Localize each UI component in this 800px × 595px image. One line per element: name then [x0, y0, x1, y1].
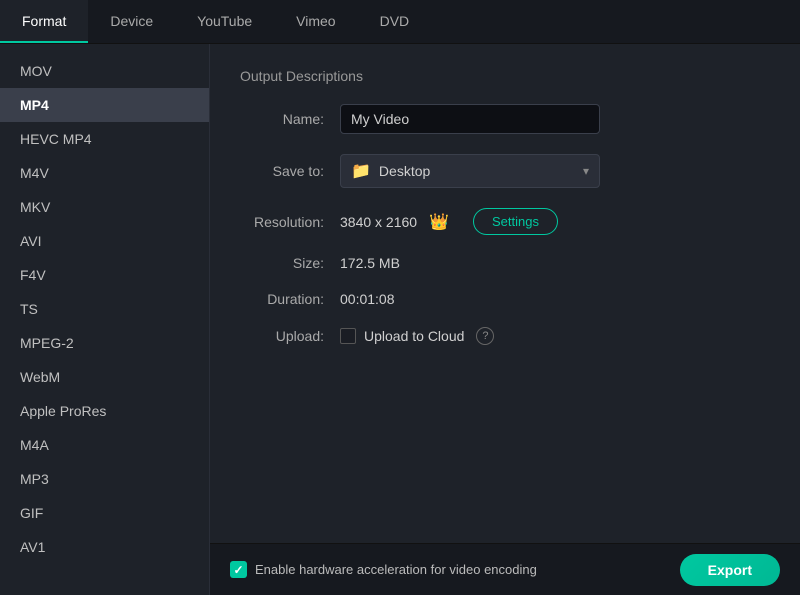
- help-icon[interactable]: ?: [476, 327, 494, 345]
- sidebar-item-apple-prores[interactable]: Apple ProRes: [0, 394, 209, 428]
- resolution-label: Resolution:: [240, 214, 340, 230]
- export-button[interactable]: Export: [680, 554, 780, 586]
- format-sidebar: MOV MP4 HEVC MP4 M4V MKV AVI F4V TS MPEG…: [0, 44, 210, 595]
- sidebar-item-gif[interactable]: GIF: [0, 496, 209, 530]
- tab-device[interactable]: Device: [88, 0, 175, 43]
- name-label: Name:: [240, 111, 340, 127]
- resolution-value-row: 3840 x 2160 👑 Settings: [340, 208, 558, 235]
- sidebar-item-mp3[interactable]: MP3: [0, 462, 209, 496]
- upload-label: Upload:: [240, 328, 340, 344]
- hw-accel-row: ✓ Enable hardware acceleration for video…: [230, 561, 537, 578]
- settings-button[interactable]: Settings: [473, 208, 558, 235]
- tab-youtube[interactable]: YouTube: [175, 0, 274, 43]
- size-row: Size: 172.5 MB: [240, 255, 770, 271]
- hw-accel-checkbox[interactable]: ✓: [230, 561, 247, 578]
- sidebar-item-webm[interactable]: WebM: [0, 360, 209, 394]
- folder-icon: 📁: [351, 161, 371, 181]
- resolution-row: Resolution: 3840 x 2160 👑 Settings: [240, 208, 770, 235]
- content-area: Output Descriptions Name: Save to: 📁 Des…: [210, 44, 800, 595]
- sidebar-item-m4a[interactable]: M4A: [0, 428, 209, 462]
- sidebar-item-mpeg2[interactable]: MPEG-2: [0, 326, 209, 360]
- duration-label: Duration:: [240, 291, 340, 307]
- tab-bar: Format Device YouTube Vimeo DVD: [0, 0, 800, 44]
- tab-vimeo[interactable]: Vimeo: [274, 0, 357, 43]
- tab-dvd[interactable]: DVD: [358, 0, 432, 43]
- hw-accel-label: Enable hardware acceleration for video e…: [255, 562, 537, 577]
- upload-to-cloud-label: Upload to Cloud: [364, 328, 464, 344]
- name-input[interactable]: [340, 104, 600, 134]
- tab-vimeo-label: Vimeo: [296, 13, 335, 29]
- save-location-text: Desktop: [379, 163, 430, 179]
- chevron-down-icon: ▾: [583, 164, 589, 178]
- bottom-bar: ✓ Enable hardware acceleration for video…: [210, 543, 800, 595]
- tab-youtube-label: YouTube: [197, 13, 252, 29]
- sidebar-item-m4v[interactable]: M4V: [0, 156, 209, 190]
- sidebar-item-ts[interactable]: TS: [0, 292, 209, 326]
- sidebar-item-av1[interactable]: AV1: [0, 530, 209, 564]
- sidebar-item-mkv[interactable]: MKV: [0, 190, 209, 224]
- tab-format[interactable]: Format: [0, 0, 88, 43]
- duration-row: Duration: 00:01:08: [240, 291, 770, 307]
- save-to-label: Save to:: [240, 163, 340, 179]
- crown-icon: 👑: [429, 212, 449, 232]
- output-descriptions: Name: Save to: 📁 Desktop ▾ Resolution: 3…: [240, 104, 770, 345]
- section-title: Output Descriptions: [240, 68, 770, 84]
- upload-checkbox[interactable]: [340, 328, 356, 344]
- sidebar-item-mov[interactable]: MOV: [0, 54, 209, 88]
- save-to-row: Save to: 📁 Desktop ▾: [240, 154, 770, 188]
- tab-device-label: Device: [110, 13, 153, 29]
- upload-checkbox-row: Upload to Cloud ?: [340, 327, 494, 345]
- sidebar-item-avi[interactable]: AVI: [0, 224, 209, 258]
- main-layout: MOV MP4 HEVC MP4 M4V MKV AVI F4V TS MPEG…: [0, 44, 800, 595]
- resolution-value: 3840 x 2160: [340, 214, 417, 230]
- save-to-dropdown[interactable]: 📁 Desktop ▾: [340, 154, 600, 188]
- checkmark-icon: ✓: [233, 563, 243, 577]
- size-value: 172.5 MB: [340, 255, 400, 271]
- duration-value: 00:01:08: [340, 291, 395, 307]
- sidebar-item-f4v[interactable]: F4V: [0, 258, 209, 292]
- name-row: Name:: [240, 104, 770, 134]
- tab-format-label: Format: [22, 13, 66, 29]
- tab-dvd-label: DVD: [380, 13, 410, 29]
- upload-row: Upload: Upload to Cloud ?: [240, 327, 770, 345]
- size-label: Size:: [240, 255, 340, 271]
- sidebar-item-hevc-mp4[interactable]: HEVC MP4: [0, 122, 209, 156]
- sidebar-item-mp4[interactable]: MP4: [0, 88, 209, 122]
